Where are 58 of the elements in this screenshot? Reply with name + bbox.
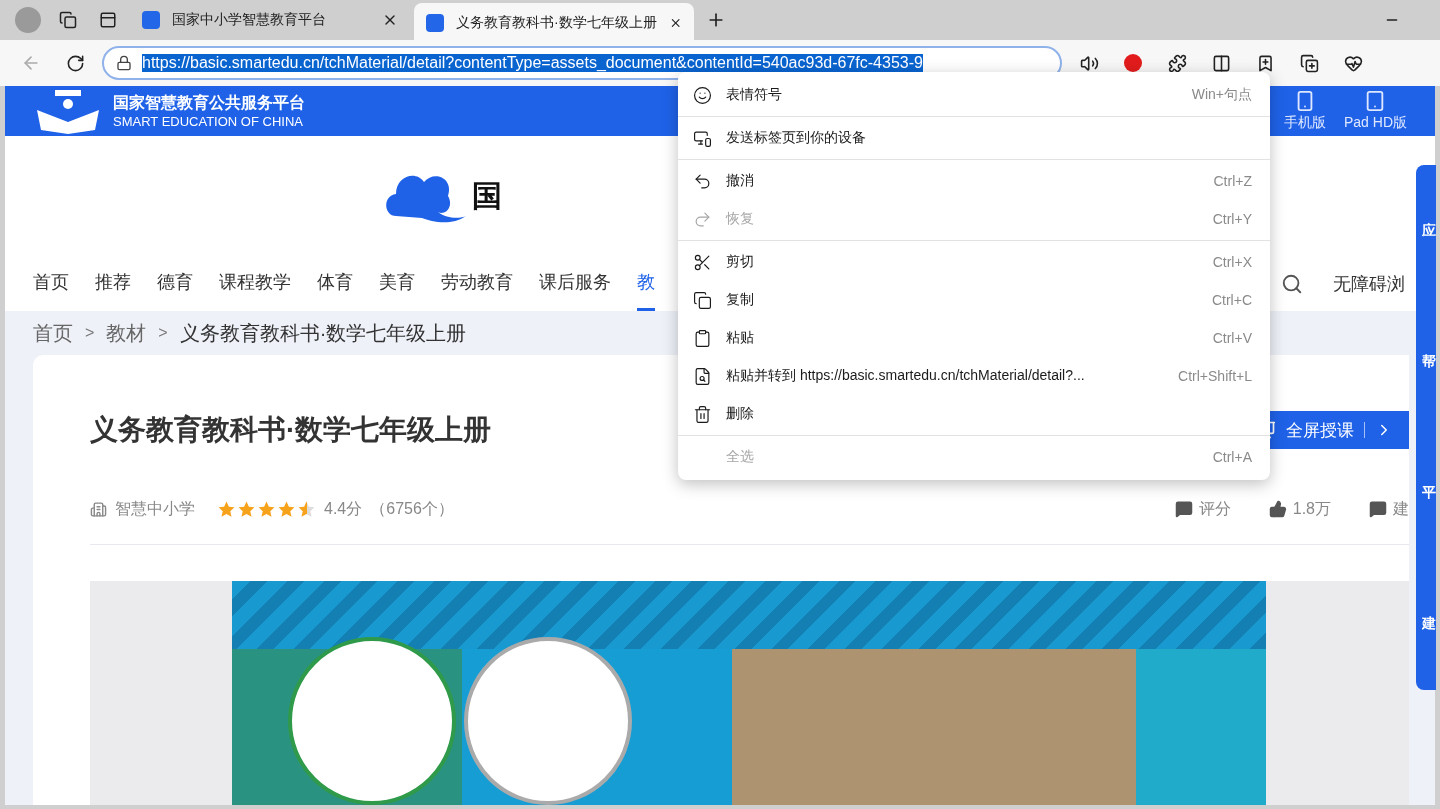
nav-tab[interactable]: 推荐 <box>95 256 131 311</box>
nav-tab[interactable]: 首页 <box>33 256 69 311</box>
header-link[interactable]: Pad HD版 <box>1343 114 1407 132</box>
browser-tab[interactable]: 国家中小学智慧教育平台 <box>130 3 410 37</box>
resource-title: 义务教育教科书·数学七年级上册 <box>90 413 492 447</box>
nav-tab[interactable]: 体育 <box>317 256 353 311</box>
side-panel-item[interactable]: 建 <box>1422 615 1436 634</box>
publisher-name: 智慧中小学 <box>115 498 195 519</box>
brand-title: 国 <box>472 176 502 215</box>
scissors-icon <box>692 252 712 272</box>
action-label[interactable]: 评分 <box>1198 498 1231 520</box>
trash-icon <box>692 404 712 424</box>
favicon <box>142 11 160 29</box>
menu-item[interactable]: 复制 Ctrl+C <box>678 281 1270 319</box>
star-icon <box>237 499 256 519</box>
star-icon <box>297 499 316 519</box>
menu-item[interactable]: 表情符号 Win+句点 <box>678 76 1270 114</box>
favicon <box>426 14 444 32</box>
star-icon <box>257 499 276 519</box>
menu-item[interactable]: 粘贴 Ctrl+V <box>678 319 1270 357</box>
menu-item[interactable]: 撤消 Ctrl+Z <box>678 162 1270 200</box>
browser-tab[interactable]: 义务教育教科书·数学七年级上册 <box>414 3 694 43</box>
lock-icon <box>116 55 132 71</box>
breadcrumb-separator: > <box>158 324 168 342</box>
site-title: 国家智慧教育公共服务平台 <box>113 93 305 113</box>
feedback-icon[interactable] <box>1369 500 1387 518</box>
breadcrumb-link[interactable]: 首页 <box>33 319 73 347</box>
star-icon <box>217 499 236 519</box>
smiley-icon <box>692 85 712 105</box>
side-panel-item[interactable]: 帮 <box>1422 352 1436 371</box>
building-icon <box>90 500 107 518</box>
nav-tab[interactable]: 美育 <box>379 256 415 311</box>
avatar <box>15 7 41 33</box>
rating-count: （6756个） <box>370 498 454 519</box>
header-link[interactable]: 手机版 <box>1283 114 1326 132</box>
side-panel-item[interactable]: 平 <box>1422 484 1436 503</box>
site-subtitle: SMART EDUCATION OF CHINA <box>113 114 304 129</box>
side-panel-item[interactable]: 应 <box>1422 221 1436 240</box>
menu-item[interactable]: 粘贴并转到 https://basic.smartedu.cn/tchMaterial/detail?... Ctrl+Shift+L <box>678 357 1270 395</box>
copy-icon <box>692 290 712 310</box>
rating-score: 4.4分 <box>324 498 363 519</box>
comment-icon[interactable] <box>1174 500 1193 518</box>
breadcrumb-link[interactable]: 教材 <box>106 319 147 347</box>
action-label[interactable]: 1.8万 <box>1292 498 1331 520</box>
menu-item[interactable]: 剪切 Ctrl+X <box>678 243 1270 281</box>
thumbs-up-icon[interactable] <box>1268 500 1287 518</box>
nav-tab[interactable]: 劳动教育 <box>441 256 513 311</box>
action-label[interactable]: 建 <box>1393 498 1409 520</box>
menu-item[interactable]: 发送标签页到你的设备 <box>678 119 1270 157</box>
nav-tab[interactable]: 德育 <box>157 256 193 311</box>
nav-tab[interactable]: 教 <box>637 256 655 311</box>
nav-tab[interactable]: 课后服务 <box>539 256 611 311</box>
accessibility-link[interactable]: 无障碍浏 <box>1333 271 1405 296</box>
breadcrumb-separator: > <box>85 324 95 342</box>
address-bar[interactable]: https://basic.smartedu.cn/tchMaterial/detail?contentType=assets_document&contentId=540ac93d-67fc-4353-9 <box>102 46 1062 80</box>
search-icon[interactable] <box>1281 272 1303 295</box>
star-icon <box>277 499 296 519</box>
nav-tab[interactable]: 课程教学 <box>219 256 291 311</box>
